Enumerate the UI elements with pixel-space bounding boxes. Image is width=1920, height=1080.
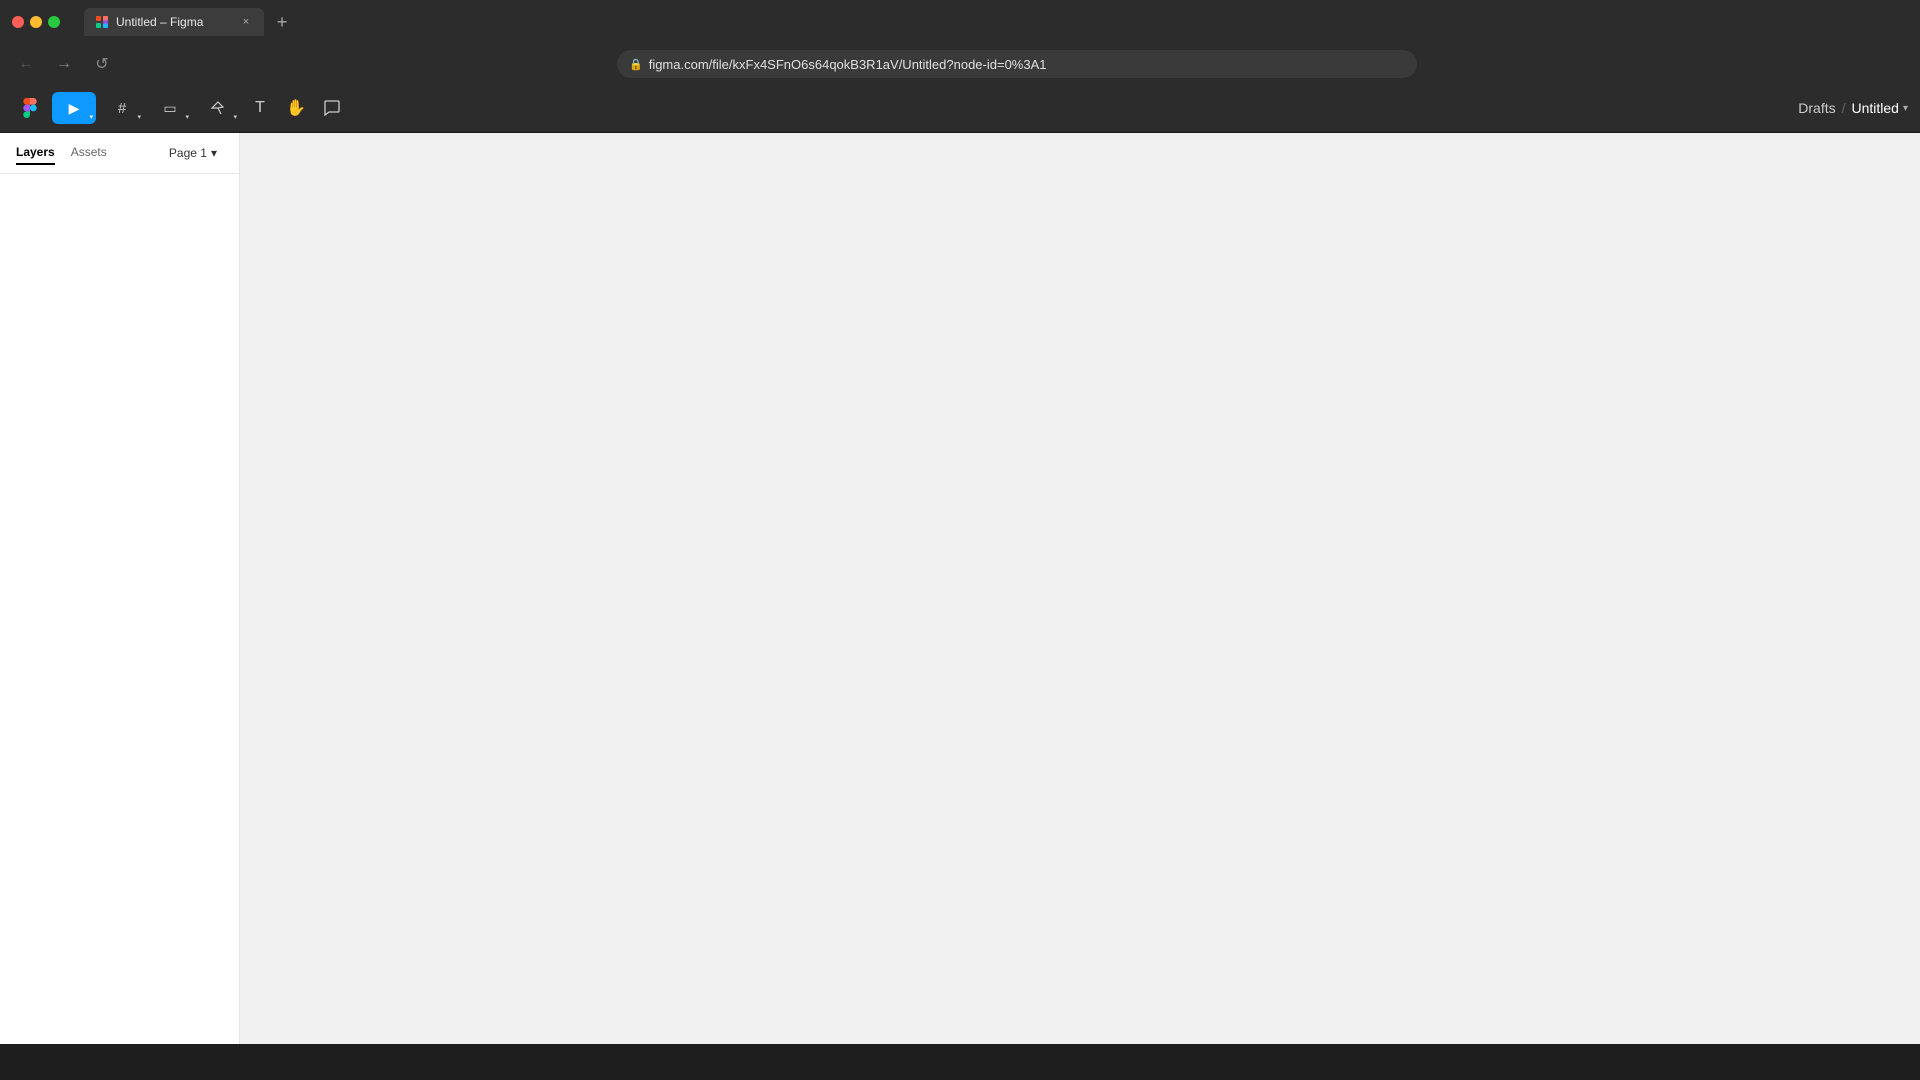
panel-tabs: Layers Assets Page 1 ▾ [0, 133, 239, 174]
layers-tab[interactable]: Layers [16, 141, 55, 165]
toolbar-left: ▶ ▾ # ▾ ▭ ▾ ▾ T [12, 90, 348, 126]
move-tool-icon: ▶ [69, 100, 80, 117]
text-tool-icon: T [255, 99, 265, 117]
text-tool-button[interactable]: T [244, 92, 276, 124]
file-title-chevron-icon: ▾ [1903, 103, 1908, 114]
address-bar[interactable]: 🔒 figma.com/file/kxFx4SFnO6s64qokB3R1aV/… [617, 50, 1417, 78]
panel-tab-group: Layers Assets [16, 141, 107, 165]
panel-content [0, 174, 239, 1044]
left-panel: Layers Assets Page 1 ▾ [0, 133, 240, 1044]
back-button[interactable]: ← [12, 50, 40, 78]
figma-app: ▶ ▾ # ▾ ▭ ▾ ▾ T [0, 84, 1920, 1044]
pen-tool-chevron: ▾ [233, 113, 237, 121]
lock-icon: 🔒 [629, 58, 643, 71]
shape-tool-button[interactable]: ▭ ▾ [148, 92, 192, 124]
comment-tool-icon [323, 99, 341, 117]
figma-favicon [94, 14, 110, 30]
hand-tool-button[interactable]: ✋ [280, 92, 312, 124]
tab-close-button[interactable]: × [238, 14, 254, 30]
comment-tool-button[interactable] [316, 92, 348, 124]
breadcrumb: Drafts / Untitled ▾ [1798, 100, 1908, 116]
frame-tool-chevron: ▾ [137, 113, 141, 121]
frame-tool-button[interactable]: # ▾ [100, 92, 144, 124]
canvas[interactable] [240, 133, 1920, 1044]
page-chevron-icon: ▾ [211, 146, 217, 160]
minimize-button[interactable] [30, 16, 42, 28]
move-tool-button[interactable]: ▶ ▾ [52, 92, 96, 124]
traffic-lights [12, 16, 60, 28]
hand-tool-icon: ✋ [286, 98, 306, 118]
file-title: Untitled [1852, 100, 1899, 116]
forward-button[interactable]: → [50, 50, 78, 78]
breadcrumb-separator: / [1842, 100, 1846, 116]
figma-toolbar: ▶ ▾ # ▾ ▭ ▾ ▾ T [0, 84, 1920, 133]
tab-title: Untitled – Figma [116, 15, 232, 29]
refresh-button[interactable]: ↺ [88, 50, 116, 78]
assets-tab[interactable]: Assets [71, 141, 107, 165]
move-tool-chevron: ▾ [89, 113, 93, 121]
browser-tab[interactable]: Untitled – Figma × [84, 8, 264, 36]
breadcrumb-title[interactable]: Untitled ▾ [1852, 100, 1909, 116]
maximize-button[interactable] [48, 16, 60, 28]
new-tab-button[interactable]: + [268, 8, 296, 36]
shape-tool-chevron: ▾ [185, 113, 189, 121]
pen-tool-icon [210, 100, 226, 116]
breadcrumb-drafts[interactable]: Drafts [1798, 100, 1835, 116]
browser-chrome: Untitled – Figma × + ← → ↺ 🔒 figma.com/f… [0, 0, 1920, 84]
pen-tool-button[interactable]: ▾ [196, 92, 240, 124]
title-bar: Untitled – Figma × + [0, 0, 1920, 44]
url-text: figma.com/file/kxFx4SFnO6s64qokB3R1aV/Un… [649, 57, 1047, 72]
figma-logo-icon [20, 98, 40, 118]
page-selector[interactable]: Page 1 ▾ [163, 142, 223, 164]
tab-bar: Untitled – Figma × + [76, 4, 1908, 40]
toolbar-right: Drafts / Untitled ▾ [1798, 100, 1908, 116]
close-button[interactable] [12, 16, 24, 28]
address-bar-row: ← → ↺ 🔒 figma.com/file/kxFx4SFnO6s64qokB… [0, 44, 1920, 84]
page-label: Page 1 [169, 146, 207, 160]
figma-content: Layers Assets Page 1 ▾ [0, 133, 1920, 1044]
frame-tool-icon: # [118, 100, 126, 117]
shape-tool-icon: ▭ [163, 100, 176, 117]
figma-menu-button[interactable] [12, 90, 48, 126]
